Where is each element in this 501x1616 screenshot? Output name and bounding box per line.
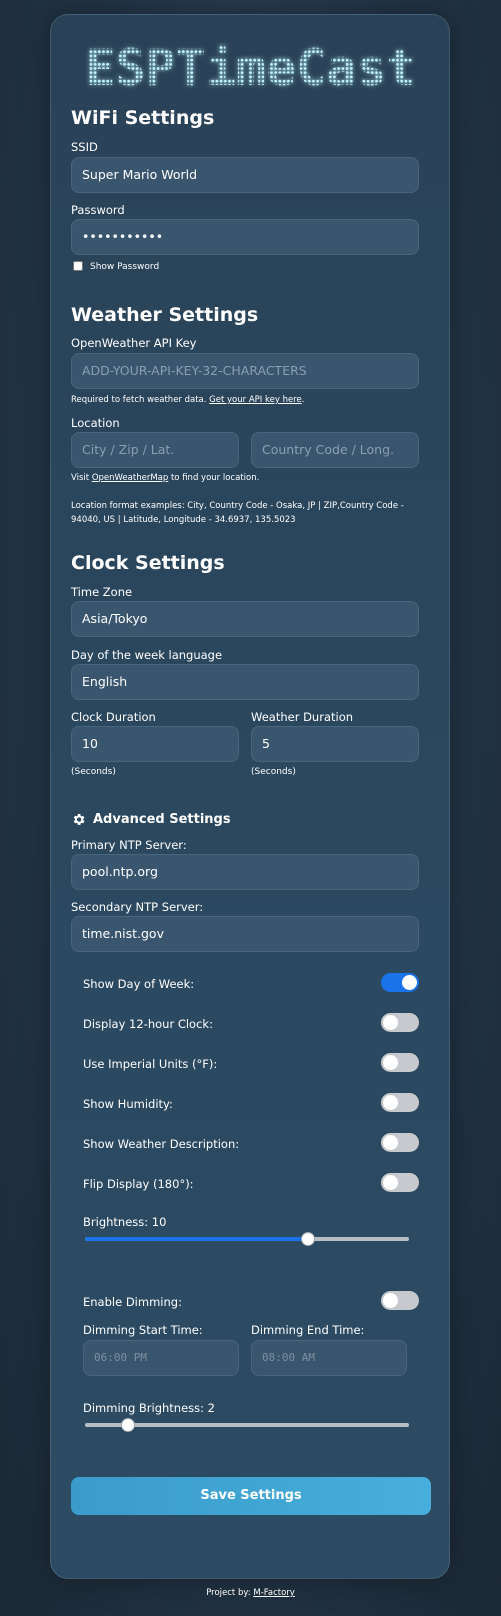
toggle-knob [402, 975, 417, 990]
country-input[interactable]: Country Code / Long. [251, 432, 419, 468]
toggle-12-hour-clock[interactable] [381, 1013, 419, 1032]
primary-ntp-label: Primary NTP Server: [71, 838, 187, 852]
brightness-slider[interactable] [85, 1232, 409, 1246]
ssid-label: SSID [71, 140, 98, 154]
dim-end-label: Dimming End Time: [251, 1323, 365, 1337]
toggle-weather-description[interactable] [381, 1133, 419, 1152]
visit-help-text: Visit OpenWeatherMap to find your locati… [71, 473, 260, 483]
weather-duration-label: Weather Duration [251, 710, 354, 724]
svg-text:ESPTimeCast: ESPTimeCast [85, 39, 416, 97]
clock-duration-input[interactable]: 10 [71, 726, 239, 762]
toggle-label-imperial-units: Use Imperial Units (°F): [83, 1057, 218, 1071]
clock-duration-label: Clock Duration [71, 710, 156, 724]
dim-start-time-input[interactable]: 06:00 PM [83, 1340, 239, 1376]
toggle-knob [383, 1175, 398, 1190]
toggle-flip-display[interactable] [381, 1173, 419, 1192]
dim-end-time-input[interactable]: 08:00 AM [251, 1340, 407, 1376]
settings-card: ESPTimeCast WiFi Settings SSID Super Mar… [50, 14, 450, 1579]
clock-seconds-hint: (Seconds) [71, 767, 116, 777]
weather-heading: Weather Settings [71, 304, 259, 326]
city-input[interactable]: City / Zip / Lat. [71, 432, 239, 468]
language-label: Day of the week language [71, 648, 223, 662]
toggle-knob [383, 1015, 398, 1030]
api-key-label: OpenWeather API Key [71, 336, 197, 350]
toggle-show-humidity[interactable] [381, 1093, 419, 1112]
toggle-label-12-hour-clock: Display 12-hour Clock: [83, 1017, 213, 1031]
api-key-input[interactable]: ADD-YOUR-API-KEY-32-CHARACTERS [71, 353, 419, 389]
wifi-heading: WiFi Settings [71, 107, 215, 129]
brightness-slider-fill [85, 1237, 308, 1241]
m-factory-link[interactable]: M-Factory [253, 1588, 294, 1598]
secondary-ntp-input[interactable]: time.nist.gov [71, 916, 419, 952]
toggle-imperial-units[interactable] [381, 1053, 419, 1072]
dim-brightness-slider-thumb[interactable] [121, 1418, 136, 1432]
toggle-knob [383, 1095, 398, 1110]
toggle-label-show-humidity: Show Humidity: [83, 1097, 173, 1111]
app-logo: ESPTimeCast [85, 39, 416, 97]
show-password-label: Show Password [90, 262, 160, 272]
show-password-checkbox[interactable] [73, 261, 83, 271]
brightness-slider-thumb[interactable] [300, 1232, 315, 1246]
ssid-input[interactable]: Super Mario World [71, 157, 419, 193]
toggle-knob [383, 1293, 398, 1308]
gear-icon [73, 814, 85, 825]
weather-duration-input[interactable]: 5 [251, 726, 419, 762]
openweathermap-link[interactable]: OpenWeatherMap [92, 473, 168, 483]
dim-brightness-label: Dimming Brightness: 2 [83, 1401, 215, 1415]
primary-ntp-input[interactable]: pool.ntp.org [71, 854, 419, 890]
dim-brightness-slider[interactable] [85, 1418, 409, 1432]
api-key-link[interactable]: Get your API key here [209, 395, 302, 405]
timezone-label: Time Zone [71, 585, 133, 599]
toggle-label-show-day-of-week: Show Day of Week: [83, 977, 195, 991]
enable-dimming-label: Enable Dimming: [83, 1295, 182, 1309]
toggle-knob [383, 1135, 398, 1150]
timezone-select[interactable]: Asia/Tokyo [71, 601, 419, 637]
api-help-text: Required to fetch weather data. Get your… [71, 395, 305, 405]
advanced-heading: Advanced Settings [93, 812, 231, 827]
language-select[interactable]: English [71, 664, 419, 700]
save-settings-button[interactable]: Save Settings [71, 1477, 431, 1515]
toggle-show-day-of-week[interactable] [381, 973, 419, 992]
footer: Project by: M-Factory [206, 1588, 295, 1598]
weather-seconds-hint: (Seconds) [251, 767, 296, 777]
clock-heading: Clock Settings [71, 552, 225, 574]
toggle-knob [383, 1055, 398, 1070]
brightness-label: Brightness: 10 [83, 1215, 167, 1229]
toggle-label-flip-display: Flip Display (180°): [83, 1177, 194, 1191]
password-input[interactable]: ••••••••••• [71, 219, 419, 255]
toggle-enable-dimming[interactable] [381, 1291, 419, 1310]
secondary-ntp-label: Secondary NTP Server: [71, 900, 204, 914]
location-label: Location [71, 416, 120, 430]
password-label: Password [71, 203, 125, 217]
location-format-examples: Location format examples: City, Country … [71, 501, 404, 525]
toggle-label-weather-description: Show Weather Description: [83, 1137, 240, 1151]
dim-start-label: Dimming Start Time: [83, 1323, 203, 1337]
